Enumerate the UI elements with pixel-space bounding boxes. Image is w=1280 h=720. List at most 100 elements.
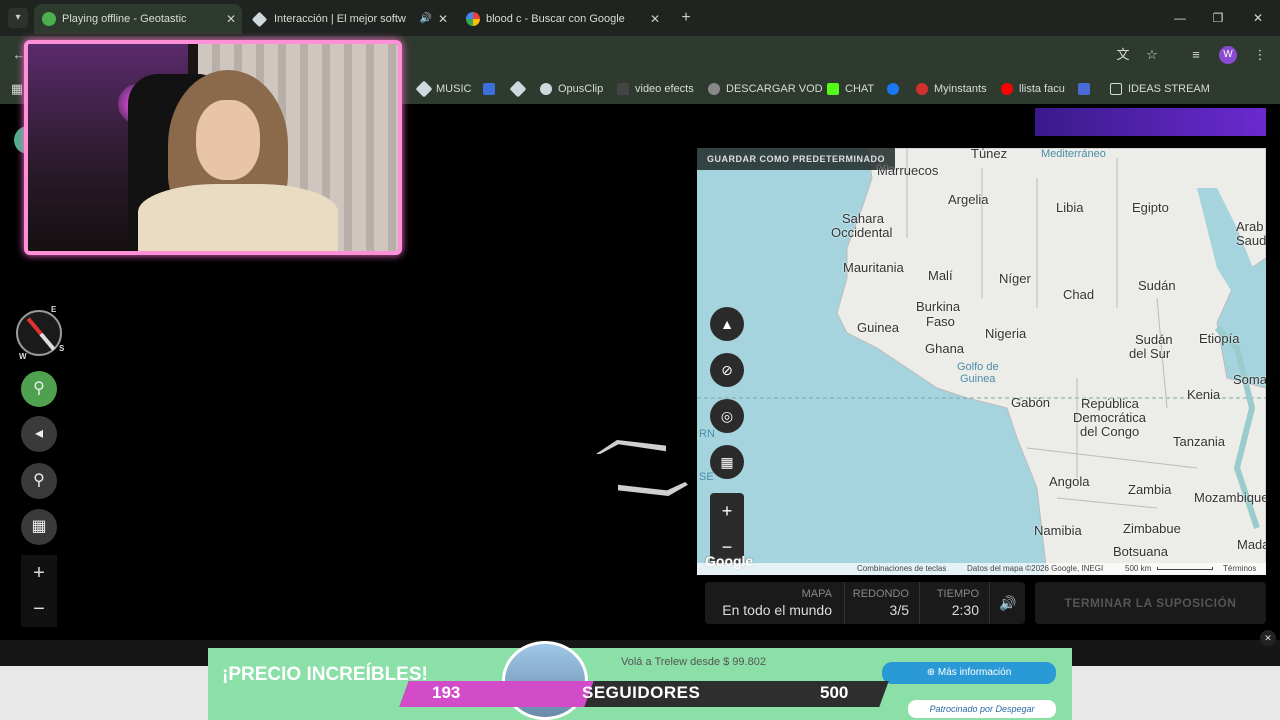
street-arrow-back-icon[interactable] — [618, 482, 688, 496]
center-location-button[interactable]: ◎ — [710, 399, 744, 433]
speaker-icon[interactable]: 🔊 — [420, 4, 432, 34]
tab-geotastic[interactable]: Playing offline - Geotastic ✕ — [34, 4, 242, 34]
map-label: Democrática — [1073, 410, 1146, 425]
interaccion-favicon-icon — [251, 11, 268, 28]
ad-close-icon[interactable]: ✕ — [1260, 630, 1276, 646]
map-label: Egipto — [1132, 200, 1169, 215]
tab-google-search[interactable]: blood c - Buscar con Google ✕ — [458, 4, 666, 34]
finish-guess-button[interactable]: TERMINAR LA SUPOSICIÓN — [1035, 582, 1266, 624]
translate-icon[interactable]: 文 — [1114, 46, 1132, 64]
bookmark-blue[interactable] — [483, 81, 501, 97]
map-value-text: En todo el mundo — [722, 602, 832, 618]
map-label: Guinea — [857, 320, 899, 335]
tab-interaccion[interactable]: Interacción | El mejor softw 🔊 ✕ — [246, 4, 454, 34]
media-control-icon[interactable]: ≡ — [1187, 46, 1205, 64]
close-icon[interactable]: ✕ — [438, 4, 448, 34]
webcam-overlay — [24, 40, 402, 255]
followers-label: SEGUIDORES — [582, 683, 701, 702]
map-label: Soma — [1233, 372, 1266, 387]
bookmark-myinstants[interactable]: Myinstants — [916, 81, 987, 97]
save-default-button[interactable]: GUARDAR COMO PREDETERMINADO — [697, 148, 896, 170]
crosshair-icon: ◎ — [720, 408, 734, 424]
new-tab-plus-icon[interactable]: + — [676, 8, 696, 28]
bookmark-music[interactable]: MUSIC — [415, 80, 471, 98]
close-icon[interactable]: ✕ — [226, 4, 236, 34]
screen: ▾ Playing offline - Geotastic ✕ Interacc… — [0, 0, 1280, 720]
followers-goal: 500 — [820, 683, 849, 702]
maximize-icon[interactable]: ❐ — [1208, 8, 1228, 28]
compass-needle-icon — [26, 317, 56, 351]
map-label: Burkina — [916, 299, 961, 314]
land-mass — [836, 148, 1266, 575]
minimize-icon[interactable]: — — [1170, 8, 1190, 28]
map-pin-plus-icon: ⚲ — [33, 380, 45, 397]
stream-banner — [1035, 108, 1266, 136]
bookmark-opusclip[interactable]: OpusClip — [540, 81, 603, 97]
map-label: Madag — [1237, 537, 1266, 552]
opusclip-icon — [540, 83, 552, 95]
bookmark-llista-facu[interactable]: llista facu — [1001, 81, 1065, 97]
map-label: Faso — [926, 314, 955, 329]
close-icon[interactable]: ✕ — [650, 4, 660, 34]
map-label: República — [1081, 396, 1139, 411]
star-bookmark-icon[interactable]: ☆ — [1143, 46, 1161, 64]
folder-icon — [1110, 83, 1122, 95]
map-label: Mozambique — [1194, 490, 1266, 505]
followers-current: 193 — [432, 683, 461, 702]
streamer-face — [196, 100, 260, 180]
return-to-start-button[interactable]: ◂ — [21, 416, 57, 452]
bookmark-docs[interactable] — [1078, 81, 1096, 97]
ad-headline: ¡PRECIO INCREÍBLES! — [222, 664, 428, 685]
keyboard-shortcuts-link[interactable]: Combinaciones de teclas — [857, 563, 946, 575]
map-layers-button[interactable]: ▦ — [710, 445, 744, 479]
bookmark-descargar-vod[interactable]: DESCARGAR VOD — [708, 81, 823, 97]
map-label: Gabón — [1011, 395, 1051, 410]
terrain-toggle-button[interactable]: ▲ — [710, 307, 744, 341]
bookmark-chat[interactable]: CHAT — [827, 81, 874, 97]
pin-location-button[interactable]: ⚲ — [21, 463, 57, 499]
street-zoom-in-button[interactable]: + — [21, 555, 57, 591]
map-label: Malí — [928, 268, 953, 283]
time-value-text: 2:30 — [951, 602, 979, 618]
game-status: MAPA En todo el mundo REDONDO 3/5 TIEMPO… — [705, 582, 1025, 624]
street-zoom-out-button[interactable]: − — [21, 591, 57, 627]
street-arrow-forward-icon[interactable] — [596, 440, 666, 454]
terms-link[interactable]: Términos — [1223, 563, 1256, 575]
bookmark-square-icon — [483, 83, 495, 95]
map-label: Nigeria — [985, 326, 1027, 341]
labels-toggle-button[interactable]: ⊘ — [710, 353, 744, 387]
profile-avatar[interactable]: W — [1219, 46, 1237, 64]
grid-icon: ▦ — [31, 518, 47, 535]
map-label: Argelia — [948, 192, 989, 207]
layout-button[interactable]: ▦ — [21, 509, 57, 545]
add-pin-button[interactable]: ⚲ — [21, 371, 57, 407]
map-label: Saud — [1236, 233, 1266, 248]
tab-search-icon[interactable]: ▾ — [8, 8, 28, 28]
round-value-text: 3/5 — [889, 602, 909, 618]
round-info: REDONDO 3/5 — [845, 582, 920, 624]
myinstants-icon — [916, 83, 928, 95]
bookmark-ideas-stream[interactable]: IDEAS STREAM — [1110, 81, 1210, 97]
window-close-icon[interactable]: ✕ — [1248, 8, 1268, 28]
streamer-body — [138, 184, 338, 251]
geotastic-favicon-icon — [42, 12, 56, 26]
map-zoom-in-button[interactable]: + — [710, 493, 744, 529]
ad-sponsor-button[interactable]: Patrocinado por Despegar — [908, 700, 1056, 718]
followers-progress-fill — [399, 681, 594, 707]
bookmark-diamond[interactable] — [509, 80, 530, 98]
compass-east-label: E — [51, 305, 57, 314]
google-favicon-icon — [466, 12, 480, 26]
compass[interactable] — [16, 310, 62, 356]
map-label: Zambia — [1128, 482, 1172, 497]
bookmark-facebook[interactable] — [887, 81, 905, 97]
guess-map[interactable]: GUARDAR COMO PREDETERMINADO Túnez Medite… — [697, 148, 1266, 575]
volume-button[interactable]: 🔊 — [993, 584, 1023, 622]
ad-more-info-button[interactable]: ⊕ Más información — [882, 662, 1056, 684]
map-label: Tanzania — [1173, 434, 1226, 449]
label-off-icon: ⊘ — [721, 362, 733, 378]
bookmark-video-efects[interactable]: video efects — [617, 81, 694, 97]
map-label: del Sur — [1129, 346, 1171, 361]
kebab-menu-icon[interactable]: ⋮ — [1251, 46, 1269, 64]
map-label: Guinea — [960, 373, 996, 385]
map-label: SE — [699, 471, 714, 483]
